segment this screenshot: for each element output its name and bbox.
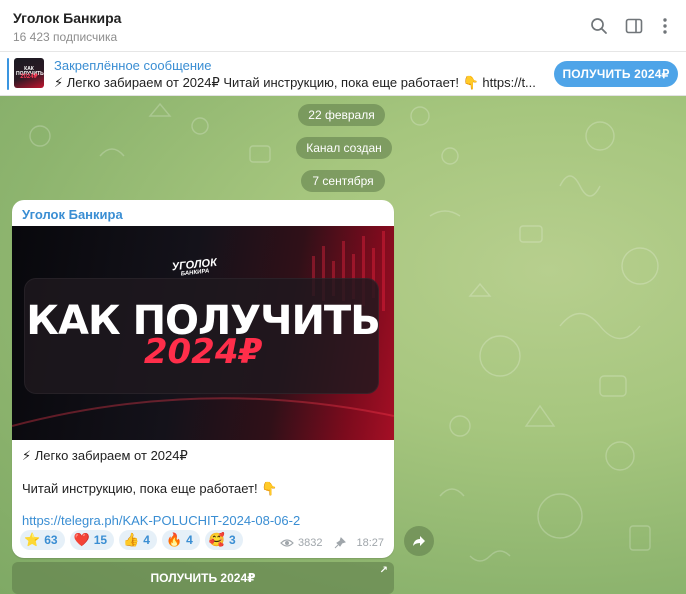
pinned-get-button[interactable]: ПОЛУЧИТЬ 2024₽	[554, 61, 678, 87]
share-button[interactable]	[404, 526, 434, 556]
reaction-star[interactable]: ⭐ 63	[20, 530, 65, 550]
reaction-love[interactable]: 🥰 3	[204, 530, 243, 550]
reaction-heart[interactable]: ❤️ 15	[69, 530, 115, 550]
pinned-title: Закреплённое сообщение	[54, 58, 212, 73]
pinned-text: ⚡ Легко забираем от 2024₽ Читай инструкц…	[54, 75, 536, 90]
eye-icon	[280, 539, 294, 547]
external-link-icon: ↗	[379, 565, 388, 576]
chat-header: Уголок Банкира 16 423 подписчика	[0, 0, 686, 52]
post-text-line: Читай инструкцию, пока еще работает! 👇	[22, 481, 278, 496]
more-vertical-icon[interactable]	[655, 16, 675, 36]
inline-get-button[interactable]: ПОЛУЧИТЬ 2024₽ ↗	[12, 562, 394, 594]
post-link[interactable]: https://telegra.ph/KAK-POLUCHIT-2024-08-…	[22, 513, 300, 528]
chat-area: 22 февраля Канал создан 7 сентября Уголо…	[0, 96, 686, 594]
post-image[interactable]: УГОЛОК БАНКИРА КАК ПОЛУЧИТЬ 2024₽	[12, 226, 394, 440]
post-author[interactable]: Уголок Банкира	[22, 207, 123, 222]
pinned-thumbnail: КАК ПОЛУЧИТЬ 2024₽	[14, 58, 44, 88]
reaction-fire[interactable]: 🔥 4	[161, 530, 200, 550]
service-message-created: Канал создан	[296, 137, 392, 159]
channel-post[interactable]: Уголок Банкира УГОЛОК БАНКИРА КАК ПОЛУЧИ…	[12, 200, 394, 558]
subscriber-count: 16 423 подписчика	[13, 30, 118, 44]
inline-button-label: ПОЛУЧИТЬ 2024₽	[150, 571, 256, 585]
channel-title[interactable]: Уголок Банкира	[13, 10, 121, 26]
sidebar-toggle-icon[interactable]	[624, 16, 644, 36]
reaction-thumbs-up[interactable]: 👍 4	[119, 530, 157, 550]
date-separator: 22 февраля	[298, 104, 385, 126]
thumb-amount: 2024₽	[20, 74, 38, 80]
post-time: 18:27	[356, 537, 384, 549]
view-count: 3832	[297, 537, 323, 549]
post-text-line: ⚡ Легко забираем от 2024₽	[22, 448, 188, 463]
pinned-message-bar[interactable]: КАК ПОЛУЧИТЬ 2024₽ Закреплённое сообщени…	[0, 52, 686, 96]
date-separator: 7 сентября	[301, 170, 385, 192]
search-icon[interactable]	[589, 16, 609, 36]
post-meta: 3832 18:27	[280, 537, 384, 549]
pinned-indicator	[7, 58, 9, 90]
pin-icon	[335, 537, 347, 549]
image-amount: 2024₽	[143, 332, 263, 372]
share-arrow-icon	[413, 536, 425, 546]
reactions-row: ⭐ 63 ❤️ 15 👍 4 🔥 4 🥰 3	[20, 530, 243, 550]
